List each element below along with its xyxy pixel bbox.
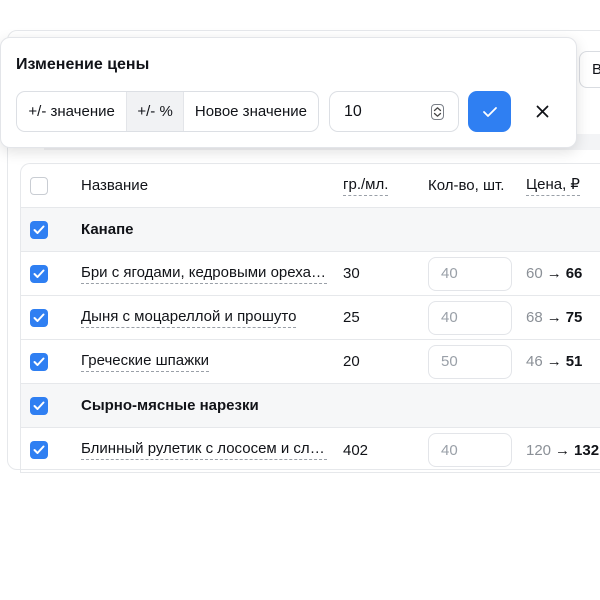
header-price[interactable]: Цена, ₽ xyxy=(526,175,580,196)
value-input[interactable]: 10 xyxy=(329,91,459,132)
check-icon xyxy=(33,445,45,454)
check-icon xyxy=(33,401,45,410)
new-price: 51 xyxy=(565,353,583,370)
close-button[interactable] xyxy=(529,98,555,124)
row-checkbox[interactable] xyxy=(30,352,48,371)
new-price: 132 xyxy=(574,441,600,459)
price-change-popup: Изменение цены +/- значение +/- % Новое … xyxy=(0,37,577,148)
old-price: 60 xyxy=(526,265,543,282)
row-checkbox[interactable] xyxy=(30,264,48,283)
quantity-input[interactable]: 40 xyxy=(428,433,512,467)
mode-segmented-control: +/- значение +/- % Новое значение xyxy=(16,91,319,132)
arrow-icon: → xyxy=(546,309,562,326)
products-table: Название гр./мл. Кол-во, шт. Цена, ₽ Кан… xyxy=(20,163,600,473)
item-weight: 25 xyxy=(343,309,360,326)
value-text: 10 xyxy=(344,102,362,120)
header-name[interactable]: Название xyxy=(81,177,148,194)
mode-new-value-button[interactable]: Новое значение xyxy=(184,92,318,131)
table-header-row: Название гр./мл. Кол-во, шт. Цена, ₽ xyxy=(21,164,600,208)
quantity-input[interactable]: 40 xyxy=(428,300,512,335)
table-row: Греческие шпажки 20 50 46 → 51 xyxy=(21,340,600,384)
header-weight[interactable]: гр./мл. xyxy=(343,176,389,196)
group-checkbox[interactable] xyxy=(30,220,48,239)
quantity-value: 40 xyxy=(441,309,458,326)
check-icon xyxy=(33,313,45,322)
popup-title: Изменение цены xyxy=(16,56,150,73)
new-price: 75 xyxy=(565,309,583,326)
old-price: 46 xyxy=(526,353,543,370)
confirm-button[interactable] xyxy=(468,91,511,132)
stepper-icon[interactable] xyxy=(431,104,444,120)
quantity-value: 40 xyxy=(441,441,458,459)
table-row: Бри с ягодами, кедровыми орехами и медом… xyxy=(21,252,600,296)
check-icon xyxy=(33,357,45,366)
item-name[interactable]: Греческие шпажки xyxy=(81,352,210,372)
check-icon xyxy=(33,225,45,234)
item-name[interactable]: Бри с ягодами, кедровыми орехами и медом xyxy=(81,264,327,284)
old-price: 68 xyxy=(526,309,543,326)
select-all-checkbox[interactable] xyxy=(30,176,48,195)
quantity-input[interactable]: 40 xyxy=(428,256,512,291)
group-row: Сырно-мясные нарезки xyxy=(21,384,600,428)
arrow-icon: → xyxy=(546,353,562,370)
group-name: Канапе xyxy=(81,221,134,238)
quantity-value: 50 xyxy=(441,353,458,370)
mode-percent-button[interactable]: +/- % xyxy=(126,92,184,131)
table-row: Блинный рулетик с лососем и сливочным сы… xyxy=(21,428,600,472)
group-row: Канапе xyxy=(21,208,600,252)
header-quantity[interactable]: Кол-во, шт. xyxy=(428,177,504,194)
quantity-value: 40 xyxy=(441,265,458,282)
quantity-input[interactable]: 50 xyxy=(428,344,512,379)
arrow-icon: → xyxy=(555,441,571,459)
item-name[interactable]: Блинный рулетик с лососем и сливочным сы… xyxy=(81,440,327,460)
new-price: 66 xyxy=(565,265,583,282)
item-name[interactable]: Дыня с моцареллой и прошуто xyxy=(81,308,297,328)
check-icon xyxy=(482,106,497,117)
close-icon xyxy=(536,105,548,117)
row-checkbox[interactable] xyxy=(30,441,48,459)
table-row: Дыня с моцареллой и прошуто 25 40 68 → 75 xyxy=(21,296,600,340)
mode-absolute-button[interactable]: +/- значение xyxy=(17,92,126,131)
group-name: Сырно-мясные нарезки xyxy=(81,397,259,414)
old-price: 120 xyxy=(526,441,552,459)
item-weight: 30 xyxy=(343,265,360,282)
partial-toolbar-button[interactable]: В xyxy=(579,51,600,88)
group-checkbox[interactable] xyxy=(30,396,48,415)
item-weight: 402 xyxy=(343,441,369,459)
row-checkbox[interactable] xyxy=(30,308,48,327)
check-icon xyxy=(33,269,45,278)
item-weight: 20 xyxy=(343,353,360,370)
arrow-icon: → xyxy=(546,265,562,282)
